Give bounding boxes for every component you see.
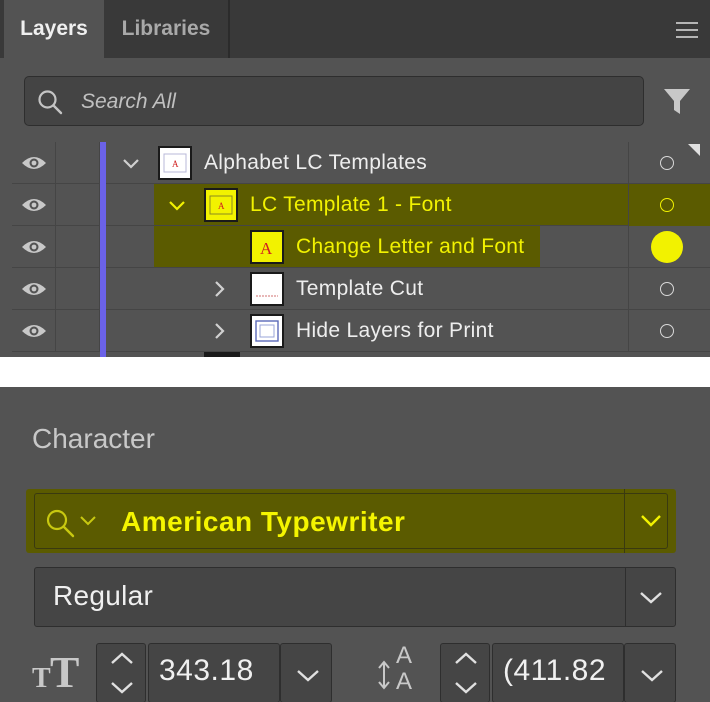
panel-tab-bar: Layers Libraries <box>0 0 710 58</box>
layer-target[interactable] <box>628 310 710 352</box>
target-circle-icon <box>660 324 674 338</box>
layer-target[interactable] <box>628 184 710 226</box>
svg-text:T: T <box>32 663 51 691</box>
font-size-icon: T T <box>32 648 79 691</box>
svg-text:T: T <box>50 648 79 691</box>
chevron-right-icon[interactable] <box>208 278 230 300</box>
chevron-down-icon[interactable] <box>166 194 188 216</box>
chevron-down-icon <box>641 515 661 527</box>
layers-panel: Layers Libraries A Alphabet <box>0 0 710 357</box>
layer-thumbnail: A <box>158 146 192 180</box>
filter-icon[interactable] <box>662 86 692 116</box>
leading-dropdown[interactable] <box>624 643 676 702</box>
tab-libraries[interactable]: Libraries <box>104 0 230 58</box>
font-size-input[interactable]: 343.18 <box>148 643 280 702</box>
lock-toggle[interactable] <box>56 226 100 268</box>
chevron-down-icon[interactable] <box>453 680 479 696</box>
target-circle-icon <box>660 282 674 296</box>
layer-row[interactable]: A Alphabet LC Templates <box>12 142 710 184</box>
eye-icon <box>22 283 46 295</box>
layer-color-bar <box>100 310 106 352</box>
layer-name[interactable]: Template Cut <box>296 277 423 301</box>
font-family-dropdown[interactable] <box>624 489 676 553</box>
layer-row[interactable]: A LC Template 1 - Font <box>12 184 710 226</box>
panel-corner-mark <box>688 144 700 156</box>
font-style-value[interactable]: Regular <box>53 580 153 612</box>
font-size-stepper[interactable] <box>96 643 146 702</box>
eye-icon <box>22 241 46 253</box>
layer-target[interactable] <box>628 268 710 310</box>
screenshot-divider <box>0 357 710 387</box>
search-icon <box>38 90 63 115</box>
layer-color-bar <box>100 268 106 310</box>
svg-text:A: A <box>396 668 412 693</box>
target-circle-icon <box>660 156 674 170</box>
visibility-toggle[interactable] <box>12 226 56 268</box>
character-panel: Character American Typewriter Regular T … <box>0 387 710 702</box>
font-size-value[interactable]: 343.18 <box>159 654 254 688</box>
leading-stepper[interactable] <box>440 643 490 702</box>
selected-target-icon <box>651 231 683 263</box>
font-family-value[interactable]: American Typewriter <box>121 506 405 538</box>
layer-name[interactable]: Alphabet LC Templates <box>204 151 427 175</box>
font-family-field[interactable]: American Typewriter <box>26 489 676 553</box>
chevron-down-icon <box>297 670 319 682</box>
visibility-toggle[interactable] <box>12 310 56 352</box>
font-size-dropdown[interactable] <box>280 643 332 702</box>
layer-row[interactable]: Hide Layers for Print <box>12 310 710 352</box>
layer-target[interactable] <box>628 226 710 268</box>
eye-icon <box>22 325 46 337</box>
layer-color-bar <box>100 142 106 184</box>
layer-name[interactable]: Change Letter and Font <box>296 235 524 259</box>
visibility-toggle[interactable] <box>12 184 56 226</box>
chevron-down-icon <box>641 670 663 682</box>
target-circle-icon <box>660 198 674 212</box>
chevron-down-icon <box>640 592 662 604</box>
layer-color-bar <box>100 184 106 226</box>
panel-menu-icon[interactable] <box>676 22 698 38</box>
layer-color-bar <box>100 226 106 268</box>
eye-icon <box>22 157 46 169</box>
layer-search-box[interactable] <box>24 76 644 126</box>
chevron-down-icon[interactable] <box>109 680 135 696</box>
layer-name[interactable]: Hide Layers for Print <box>296 319 494 343</box>
layer-thumbnail <box>250 314 284 348</box>
search-input[interactable] <box>81 87 621 117</box>
leading-input[interactable]: (411.82 <box>492 643 624 702</box>
visibility-toggle[interactable] <box>12 142 56 184</box>
chevron-right-icon[interactable] <box>208 320 230 342</box>
chevron-up-icon[interactable] <box>453 650 479 666</box>
layer-row[interactable]: A Change Letter and Font <box>12 226 710 268</box>
layer-thumbnail: A <box>204 188 238 222</box>
tab-layers[interactable]: Layers <box>4 0 104 58</box>
visibility-toggle[interactable] <box>12 268 56 310</box>
chevron-up-icon[interactable] <box>109 650 135 666</box>
lock-toggle[interactable] <box>56 268 100 310</box>
layer-thumbnail: A <box>250 230 284 264</box>
font-style-dropdown[interactable] <box>625 568 676 626</box>
chevron-down-icon[interactable] <box>120 152 142 174</box>
svg-text:A: A <box>260 239 273 258</box>
search-icon[interactable] <box>45 508 77 538</box>
svg-text:A: A <box>396 642 412 669</box>
font-style-field[interactable]: Regular <box>34 567 676 627</box>
eye-icon <box>22 199 46 211</box>
svg-text:A: A <box>218 201 225 211</box>
lock-toggle[interactable] <box>56 310 100 352</box>
panel-title: Character <box>32 423 155 454</box>
layer-row[interactable]: Template Cut <box>12 268 710 310</box>
leading-icon: A A <box>378 642 412 693</box>
leading-value[interactable]: (411.82 <box>503 654 606 688</box>
layer-thumbnail <box>250 272 284 306</box>
lock-toggle[interactable] <box>56 184 100 226</box>
layer-name[interactable]: LC Template 1 - Font <box>250 193 452 217</box>
font-family-input[interactable]: American Typewriter <box>34 493 668 549</box>
svg-text:A: A <box>172 159 179 169</box>
chevron-down-icon[interactable] <box>79 514 97 528</box>
lock-toggle[interactable] <box>56 142 100 184</box>
